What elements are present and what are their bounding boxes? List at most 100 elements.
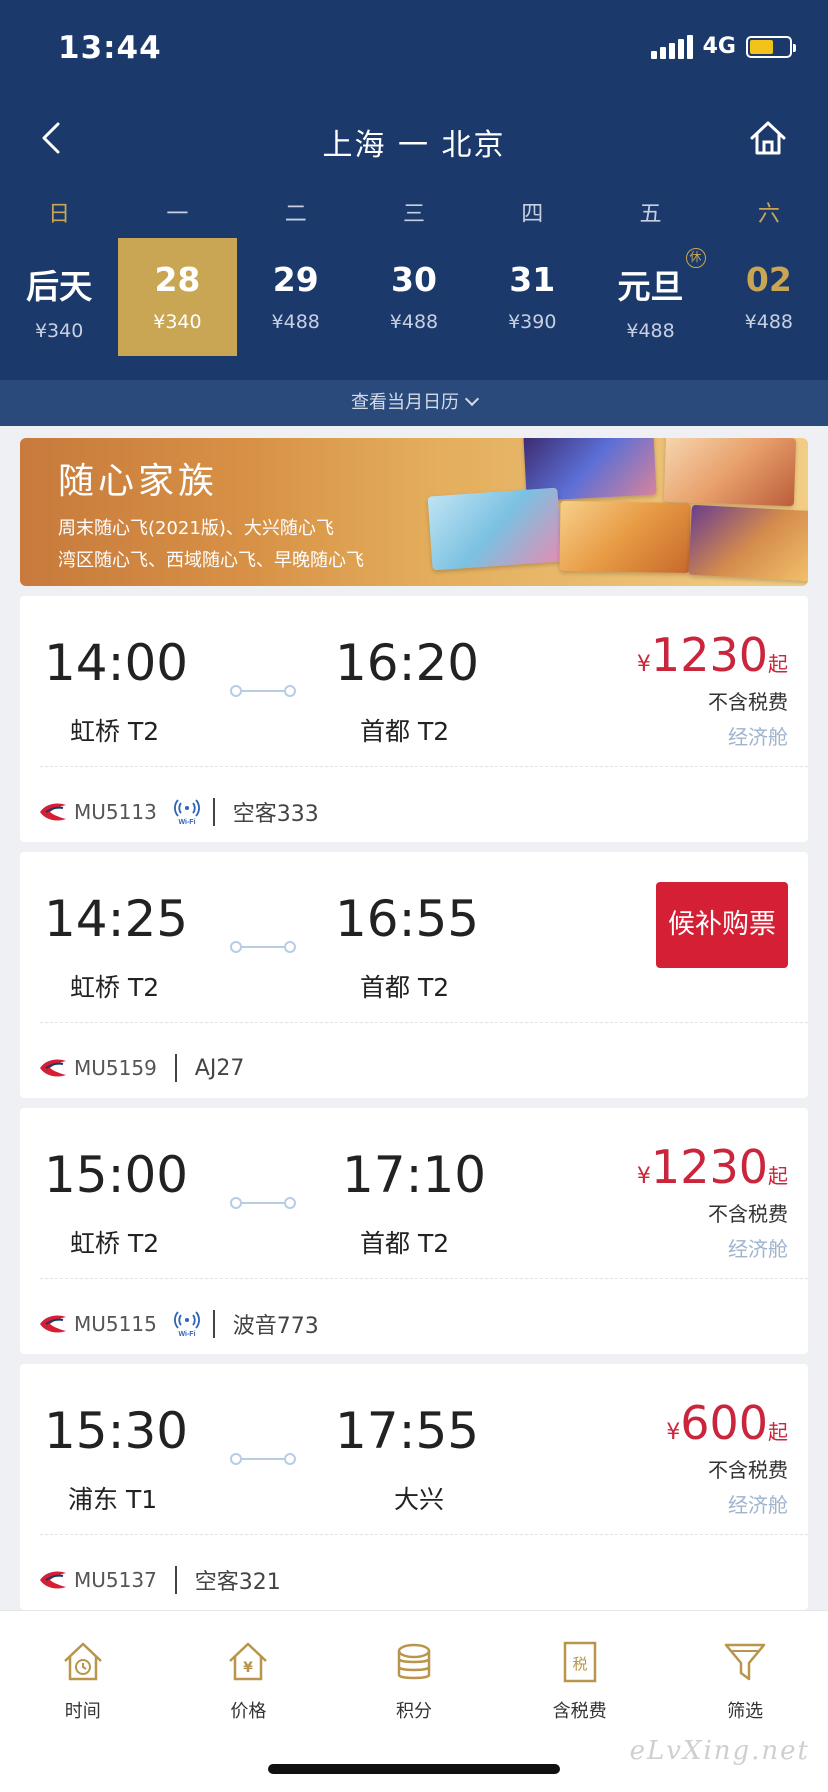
date-cell[interactable]: 后天 ¥340 [0,238,118,356]
banner-card-image [688,504,808,582]
date-day: 后天 [26,267,93,306]
date-cell[interactable]: 30 ¥488 [355,238,473,356]
price-suffix: 起 [768,1164,788,1188]
month-calendar-link[interactable]: 查看当月日历 [0,380,828,426]
airline-logo-icon [40,1059,66,1077]
divider [40,766,808,767]
divider [40,1534,808,1535]
price-value: 1230 [650,1140,768,1194]
arrival-airport: 首都 T2 [360,1229,450,1258]
date-cell-selected[interactable]: 28 ¥340 [118,238,237,356]
date-day: 31 [509,260,556,299]
flight-number: MU5137 [74,1568,157,1592]
weekday-label: 六 [757,202,780,227]
tax-note: 不含税费 [708,690,788,714]
arrival-time: 16:20 [335,634,480,692]
date-cell[interactable]: 31 ¥390 [473,238,591,356]
home-indicator[interactable] [268,1764,560,1774]
price-suffix: 起 [768,652,788,676]
weekday-label: 三 [402,202,425,227]
route-connector [230,684,296,698]
price-currency: ¥ [636,652,651,677]
divider [40,1278,808,1279]
flight-number: MU5113 [74,800,157,824]
banner-subtitle: 湾区随心飞、西域随心飞、早晚随心飞 [58,550,364,571]
weekday-label: 五 [639,202,662,227]
banner-card-image [559,500,691,574]
battery-icon [746,35,796,58]
time-icon [63,1642,102,1681]
route-connector [230,1452,296,1466]
date-price: ¥340 [34,320,84,342]
waitlist-button[interactable]: 候补购票 [656,882,788,968]
departure-time: 14:25 [44,890,189,948]
banner-card-image [427,487,563,571]
separator [212,1310,215,1338]
arrival-airport: 首都 T2 [360,717,450,746]
tab-label: 价格 [230,1701,267,1722]
arrival-time: 17:55 [335,1402,480,1460]
svg-text:¥: ¥ [244,1660,254,1676]
date-day: 02 [745,260,792,299]
aircraft-type: 空客321 [194,1570,281,1595]
price-icon: ¥ [229,1642,268,1681]
price-box: ¥1230起 不含税费 经济舱 [637,1140,788,1262]
separator [174,1566,177,1594]
route-connector [230,1196,296,1210]
svg-text:Wi-Fi: Wi-Fi [178,1331,195,1337]
date-day: 28 [154,260,201,299]
route-title: 上海 一 北京 [322,128,506,163]
date-cell[interactable]: 元旦休 ¥488 [591,238,709,356]
date-cell[interactable]: 02 ¥488 [710,238,828,356]
aircraft-type: 空客333 [232,802,319,827]
arrival-airport: 大兴 [394,1485,445,1514]
departure-airport: 浦东 T1 [68,1485,158,1514]
cabin-class: 经济舱 [728,1493,788,1517]
tab-label: 积分 [395,1701,432,1722]
holiday-badge: 休 [685,248,706,268]
cabin-class: 经济舱 [728,725,788,749]
date-price: ¥488 [271,311,320,333]
tab-time[interactable]: 时间 [0,1611,166,1792]
weekday-label: 二 [284,202,307,227]
flight-card[interactable]: 15:30 17:55 浦东 T1 大兴 ¥600起 不含税费 经济舱 MU51… [20,1364,808,1610]
watermark: eLvXing.net [629,1736,810,1766]
departure-time: 15:30 [44,1402,189,1460]
price-suffix: 起 [768,1420,788,1444]
header: 13:44 4G 上海 一 北京 日 一 二 三 四 五 六 后天 ¥340 2… [0,0,828,426]
airline-logo-icon [40,803,66,821]
network-type: 4G [702,34,736,59]
weekday-label: 一 [166,202,189,227]
status-indicators: 4G [650,34,796,59]
signal-icon [650,34,693,59]
promo-banner[interactable]: 随心家族 周末随心飞(2021版)、大兴随心飞 湾区随心飞、西域随心飞、早晚随心… [20,438,808,586]
date-day: 元旦休 [617,248,706,308]
wifi-icon: Wi-Fi [173,1311,200,1337]
arrival-time: 16:55 [335,890,480,948]
date-day-label: 元旦 [617,267,684,306]
aircraft-type: AJ27 [194,1055,245,1081]
departure-airport: 虹桥 T2 [70,717,160,746]
svg-text:税: 税 [572,1655,587,1673]
flight-card[interactable]: 14:00 16:20 虹桥 T2 首都 T2 ¥1230起 不含税费 经济舱 … [20,596,808,842]
arrival-time: 17:10 [342,1146,487,1204]
route-connector [230,940,296,954]
departure-time: 15:00 [44,1146,189,1204]
home-icon[interactable] [748,118,788,158]
flight-info: MU5113 Wi-Fi 空客333 [38,794,319,830]
flight-card[interactable]: 14:25 16:55 虹桥 T2 首都 T2 候补购票 MU5159 AJ27 [20,852,808,1098]
tax-note: 不含税费 [708,1202,788,1226]
price-value: 600 [680,1396,768,1450]
date-price: ¥488 [389,311,439,333]
departure-time: 14:00 [44,634,189,692]
date-cell[interactable]: 29 ¥488 [237,238,355,356]
wifi-icon: Wi-Fi [173,799,200,825]
departure-airport: 虹桥 T2 [70,973,160,1002]
filter-icon [724,1643,766,1681]
flight-card[interactable]: 15:00 17:10 虹桥 T2 首都 T2 ¥1230起 不含税费 经济舱 … [20,1108,808,1354]
price-value: 1230 [650,628,768,682]
price: ¥1230起 [637,1140,788,1194]
flight-number: MU5115 [74,1312,157,1336]
date-price: ¥340 [153,311,202,333]
date-price: ¥390 [508,311,557,333]
